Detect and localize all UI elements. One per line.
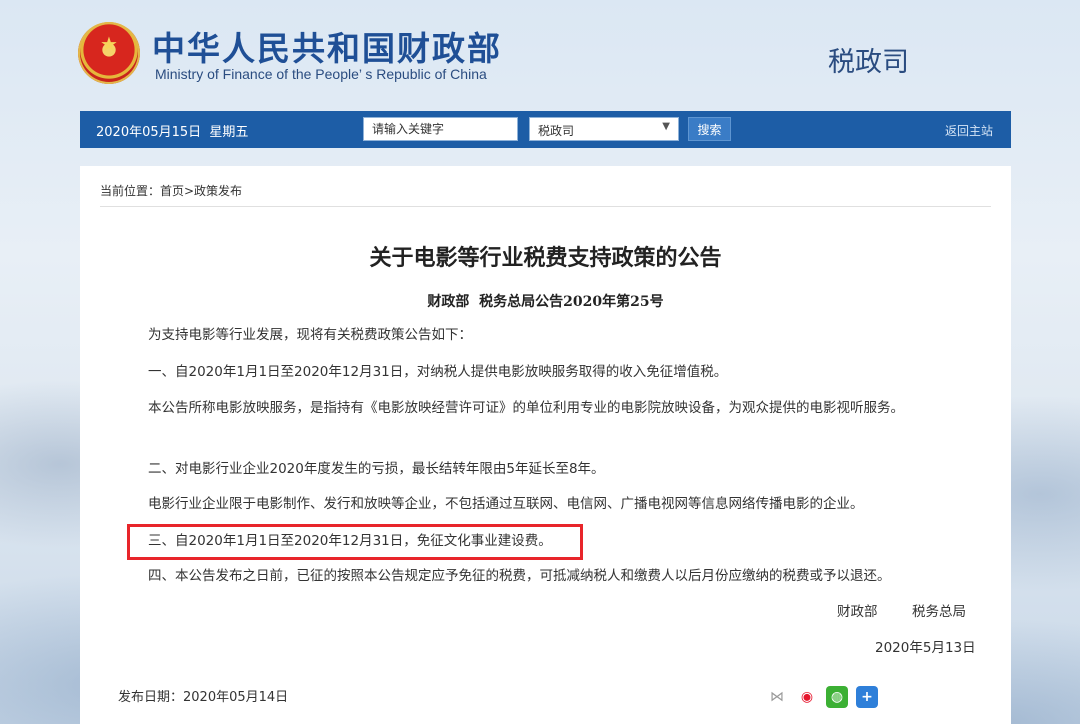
paragraph: 本公告所称电影放映服务，是指持有《电影放映经营许可证》的单位利用专业的电影院放映… xyxy=(148,400,904,416)
wechat-icon[interactable]: ◍ xyxy=(826,686,848,708)
share-icon[interactable]: ⋈ xyxy=(766,686,788,708)
current-date: 2020年05月15日 星期五 xyxy=(96,125,249,140)
publish-date: 发布日期：2020年05月14日 xyxy=(118,690,289,705)
paragraph: 二、对电影行业企业2020年度发生的亏损，最长结转年限由5年延长至8年。 xyxy=(148,461,605,477)
navbar: 2020年05月15日 星期五 税政司 ▼ 搜索 返回主站 xyxy=(80,111,1011,148)
back-home-link[interactable]: 返回主站 xyxy=(945,122,993,139)
paragraph: 为支持电影等行业发展，现将有关税费政策公告如下： xyxy=(148,327,472,343)
search-button[interactable]: 搜索 xyxy=(688,117,731,141)
paragraph: 电影行业企业限于电影制作、发行和放映等企业，不包括通过互联网、电信网、广播电视网… xyxy=(148,496,864,512)
site-select[interactable]: 税政司 ▼ xyxy=(529,117,679,141)
department-name: 税政司 xyxy=(828,47,909,78)
highlight-box xyxy=(127,524,583,560)
site-select-value: 税政司 xyxy=(538,124,575,138)
document-number: 财政部 税务总局公告2020年第25号 xyxy=(427,294,664,310)
chevron-down-icon: ▼ xyxy=(662,121,670,132)
article-title: 关于电影等行业税费支持政策的公告 xyxy=(369,246,722,271)
national-emblem-icon: ★ xyxy=(78,22,140,84)
breadcrumb: 当前位置：首页>政策发布 xyxy=(100,184,243,198)
article-panel: 当前位置：首页>政策发布 关于电影等行业税费支持政策的公告 财政部 税务总局公告… xyxy=(80,166,1011,724)
signer-ministry: 财政部 xyxy=(837,604,878,620)
paragraph: 一、自2020年1月1日至2020年12月31日，对纳税人提供电影放映服务取得的… xyxy=(148,364,728,380)
plus-icon[interactable]: + xyxy=(856,686,878,708)
signer-tax-bureau: 税务总局 xyxy=(912,604,966,620)
paragraph: 四、本公告发布之日前，已征的按照本公告规定应予免征的税费，可抵减纳税人和缴费人以… xyxy=(148,568,891,584)
sign-date: 2020年5月13日 xyxy=(875,640,976,656)
ministry-name-en: Ministry of Finance of the People’ s Rep… xyxy=(155,66,487,82)
site-header: ★ 中华人民共和国财政部 Ministry of Finance of the … xyxy=(0,0,1080,110)
divider xyxy=(100,206,991,207)
search-input[interactable] xyxy=(363,117,518,141)
weibo-icon[interactable]: ◉ xyxy=(796,686,818,708)
ministry-name-cn: 中华人民共和国财政部 xyxy=(152,29,502,68)
